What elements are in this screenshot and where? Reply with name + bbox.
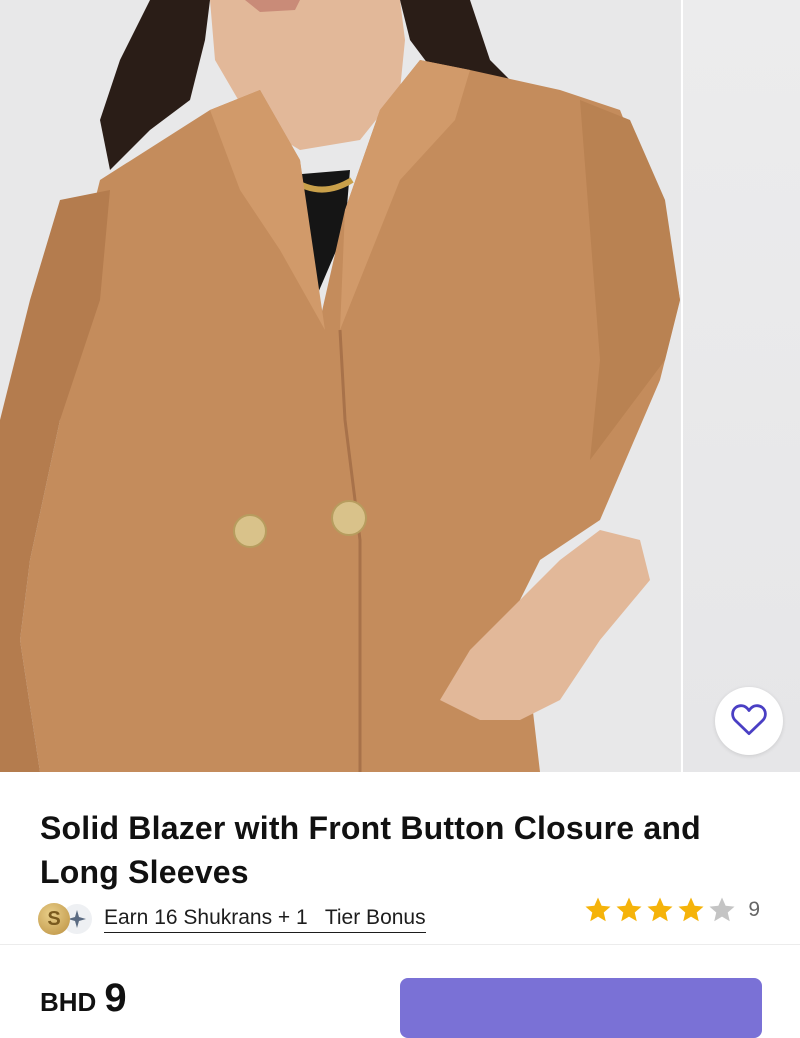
product-image[interactable] <box>0 0 680 772</box>
rating-stars <box>583 895 738 925</box>
product-rating[interactable]: 9 <box>583 895 760 925</box>
earn-shukrans-link[interactable]: Earn 16 Shukrans + 1 Tier Bonus <box>104 906 426 933</box>
product-title: Solid Blazer with Front Button Closure a… <box>40 810 701 890</box>
heart-outline-icon <box>730 702 768 741</box>
product-price: BHD 9 <box>40 976 127 1020</box>
star-empty-icon <box>709 897 735 922</box>
star-filled-icon <box>678 897 704 922</box>
shukran-rewards[interactable]: S Earn 16 Shukrans + 1 Tier Bonus <box>38 899 426 939</box>
rating-count: 9 <box>748 898 760 921</box>
product-image-gallery[interactable] <box>0 0 800 772</box>
price-currency: BHD <box>40 987 97 1017</box>
section-divider <box>0 944 800 945</box>
next-product-image-peek[interactable] <box>681 0 800 772</box>
wishlist-button[interactable] <box>715 687 783 755</box>
star-filled-icon <box>647 897 673 922</box>
star-filled-icon <box>585 897 611 922</box>
shukran-coin-icon: S <box>38 903 70 935</box>
add-to-basket-button[interactable] <box>400 978 762 1038</box>
star-filled-icon <box>616 897 642 922</box>
price-amount: 9 <box>104 976 127 1020</box>
